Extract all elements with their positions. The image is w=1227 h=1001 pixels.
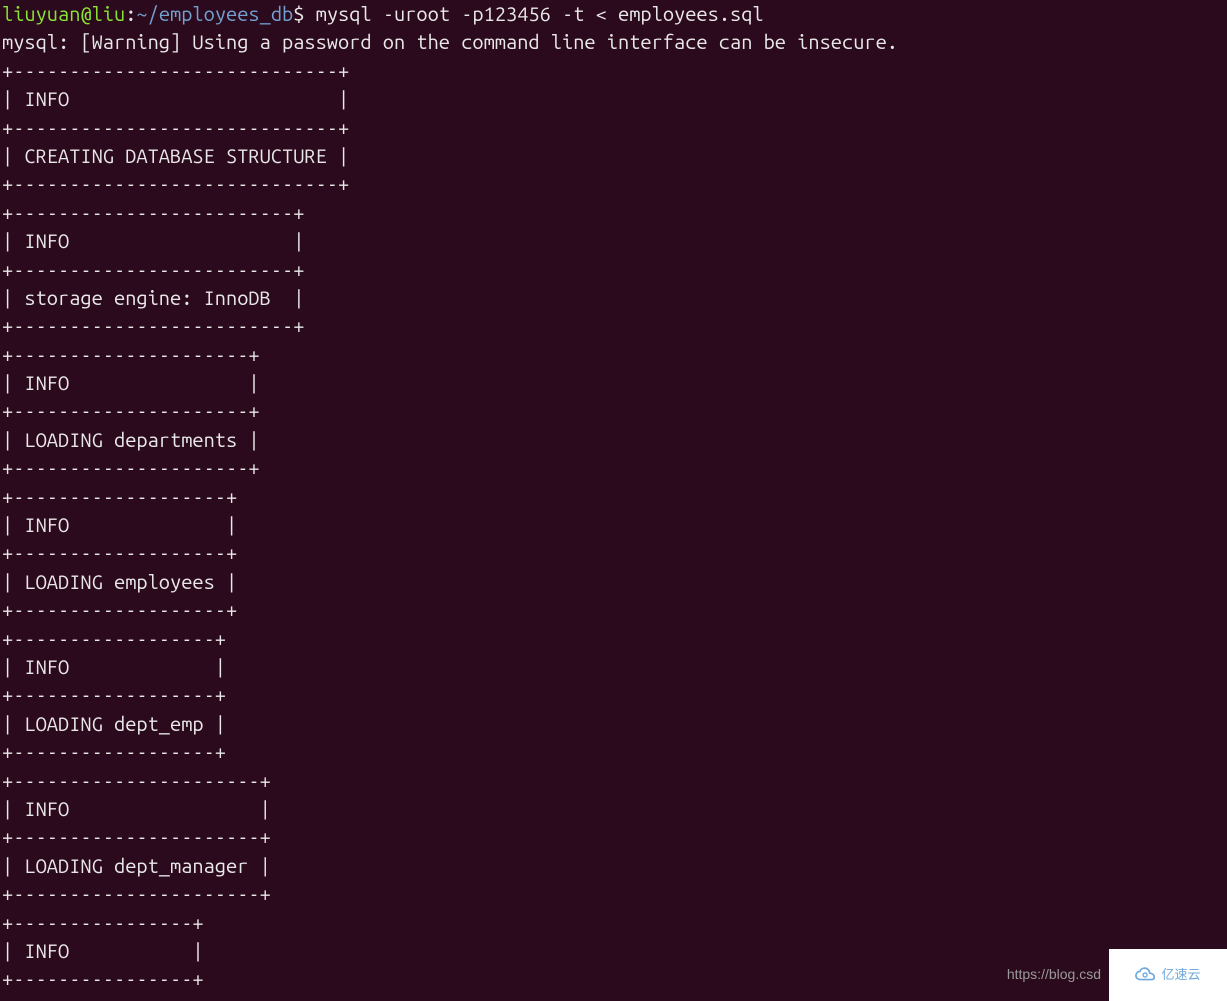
table-row: | LOADING dept_emp | bbox=[2, 712, 226, 735]
prompt-path: ~/employees_db bbox=[136, 2, 293, 25]
table-border: +-------------------------+ bbox=[2, 201, 304, 224]
table-border: +------------------+ bbox=[2, 740, 226, 763]
table-border: +------------------+ bbox=[2, 683, 226, 706]
table-header: | INFO | bbox=[2, 797, 271, 820]
table-border: +------------------+ bbox=[2, 627, 226, 650]
table-header: | INFO | bbox=[2, 513, 237, 536]
table-border: +-----------------------------+ bbox=[2, 116, 349, 139]
table-border: +----------------------+ bbox=[2, 825, 271, 848]
prompt-user: liuyuan bbox=[2, 2, 80, 25]
table-row: | storage engine: InnoDB | bbox=[2, 286, 304, 309]
table-border: +---------------------+ bbox=[2, 343, 260, 366]
table-border: +----------------------+ bbox=[2, 769, 271, 792]
prompt-at: @ bbox=[80, 2, 91, 25]
table-row: | LOADING dept_manager | bbox=[2, 854, 271, 877]
cloud-icon bbox=[1135, 967, 1157, 983]
terminal-output[interactable]: liuyuan@liu:~/employees_db$ mysql -uroot… bbox=[0, 0, 1227, 994]
table-border: +----------------------+ bbox=[2, 882, 271, 905]
table-header: | INFO | bbox=[2, 939, 204, 962]
table-border: +-----------------------------+ bbox=[2, 172, 349, 195]
table-border: +-------------------------+ bbox=[2, 258, 304, 281]
watermark-url: https://blog.csd bbox=[1007, 965, 1101, 985]
prompt-colon: : bbox=[125, 2, 136, 25]
table-border: +-------------------------+ bbox=[2, 314, 304, 337]
table-border: +----------------+ bbox=[2, 967, 204, 990]
table-border: +---------------------+ bbox=[2, 456, 260, 479]
watermark-logo-text: 亿速云 bbox=[1161, 966, 1200, 984]
watermark-logo: 亿速云 bbox=[1109, 949, 1227, 1001]
table-border: +-------------------+ bbox=[2, 598, 237, 621]
prompt-dollar: $ bbox=[293, 2, 304, 25]
table-header: | INFO | bbox=[2, 229, 304, 252]
table-header: | INFO | bbox=[2, 655, 226, 678]
table-border: +---------------------+ bbox=[2, 399, 260, 422]
table-header: | INFO | bbox=[2, 87, 349, 110]
table-row: | CREATING DATABASE STRUCTURE | bbox=[2, 144, 349, 167]
command-text: mysql -uroot -p123456 -t < employees.sql bbox=[304, 2, 763, 25]
prompt-line: liuyuan@liu:~/employees_db$ mysql -uroot… bbox=[2, 2, 764, 25]
warning-line: mysql: [Warning] Using a password on the… bbox=[2, 30, 898, 53]
table-row: | LOADING departments | bbox=[2, 428, 260, 451]
table-header: | INFO | bbox=[2, 371, 260, 394]
table-border: +-------------------+ bbox=[2, 485, 237, 508]
table-border: +----------------+ bbox=[2, 911, 204, 934]
table-border: +-----------------------------+ bbox=[2, 59, 349, 82]
table-border: +-------------------+ bbox=[2, 541, 237, 564]
table-row: | LOADING employees | bbox=[2, 570, 237, 593]
prompt-host: liu bbox=[92, 2, 126, 25]
